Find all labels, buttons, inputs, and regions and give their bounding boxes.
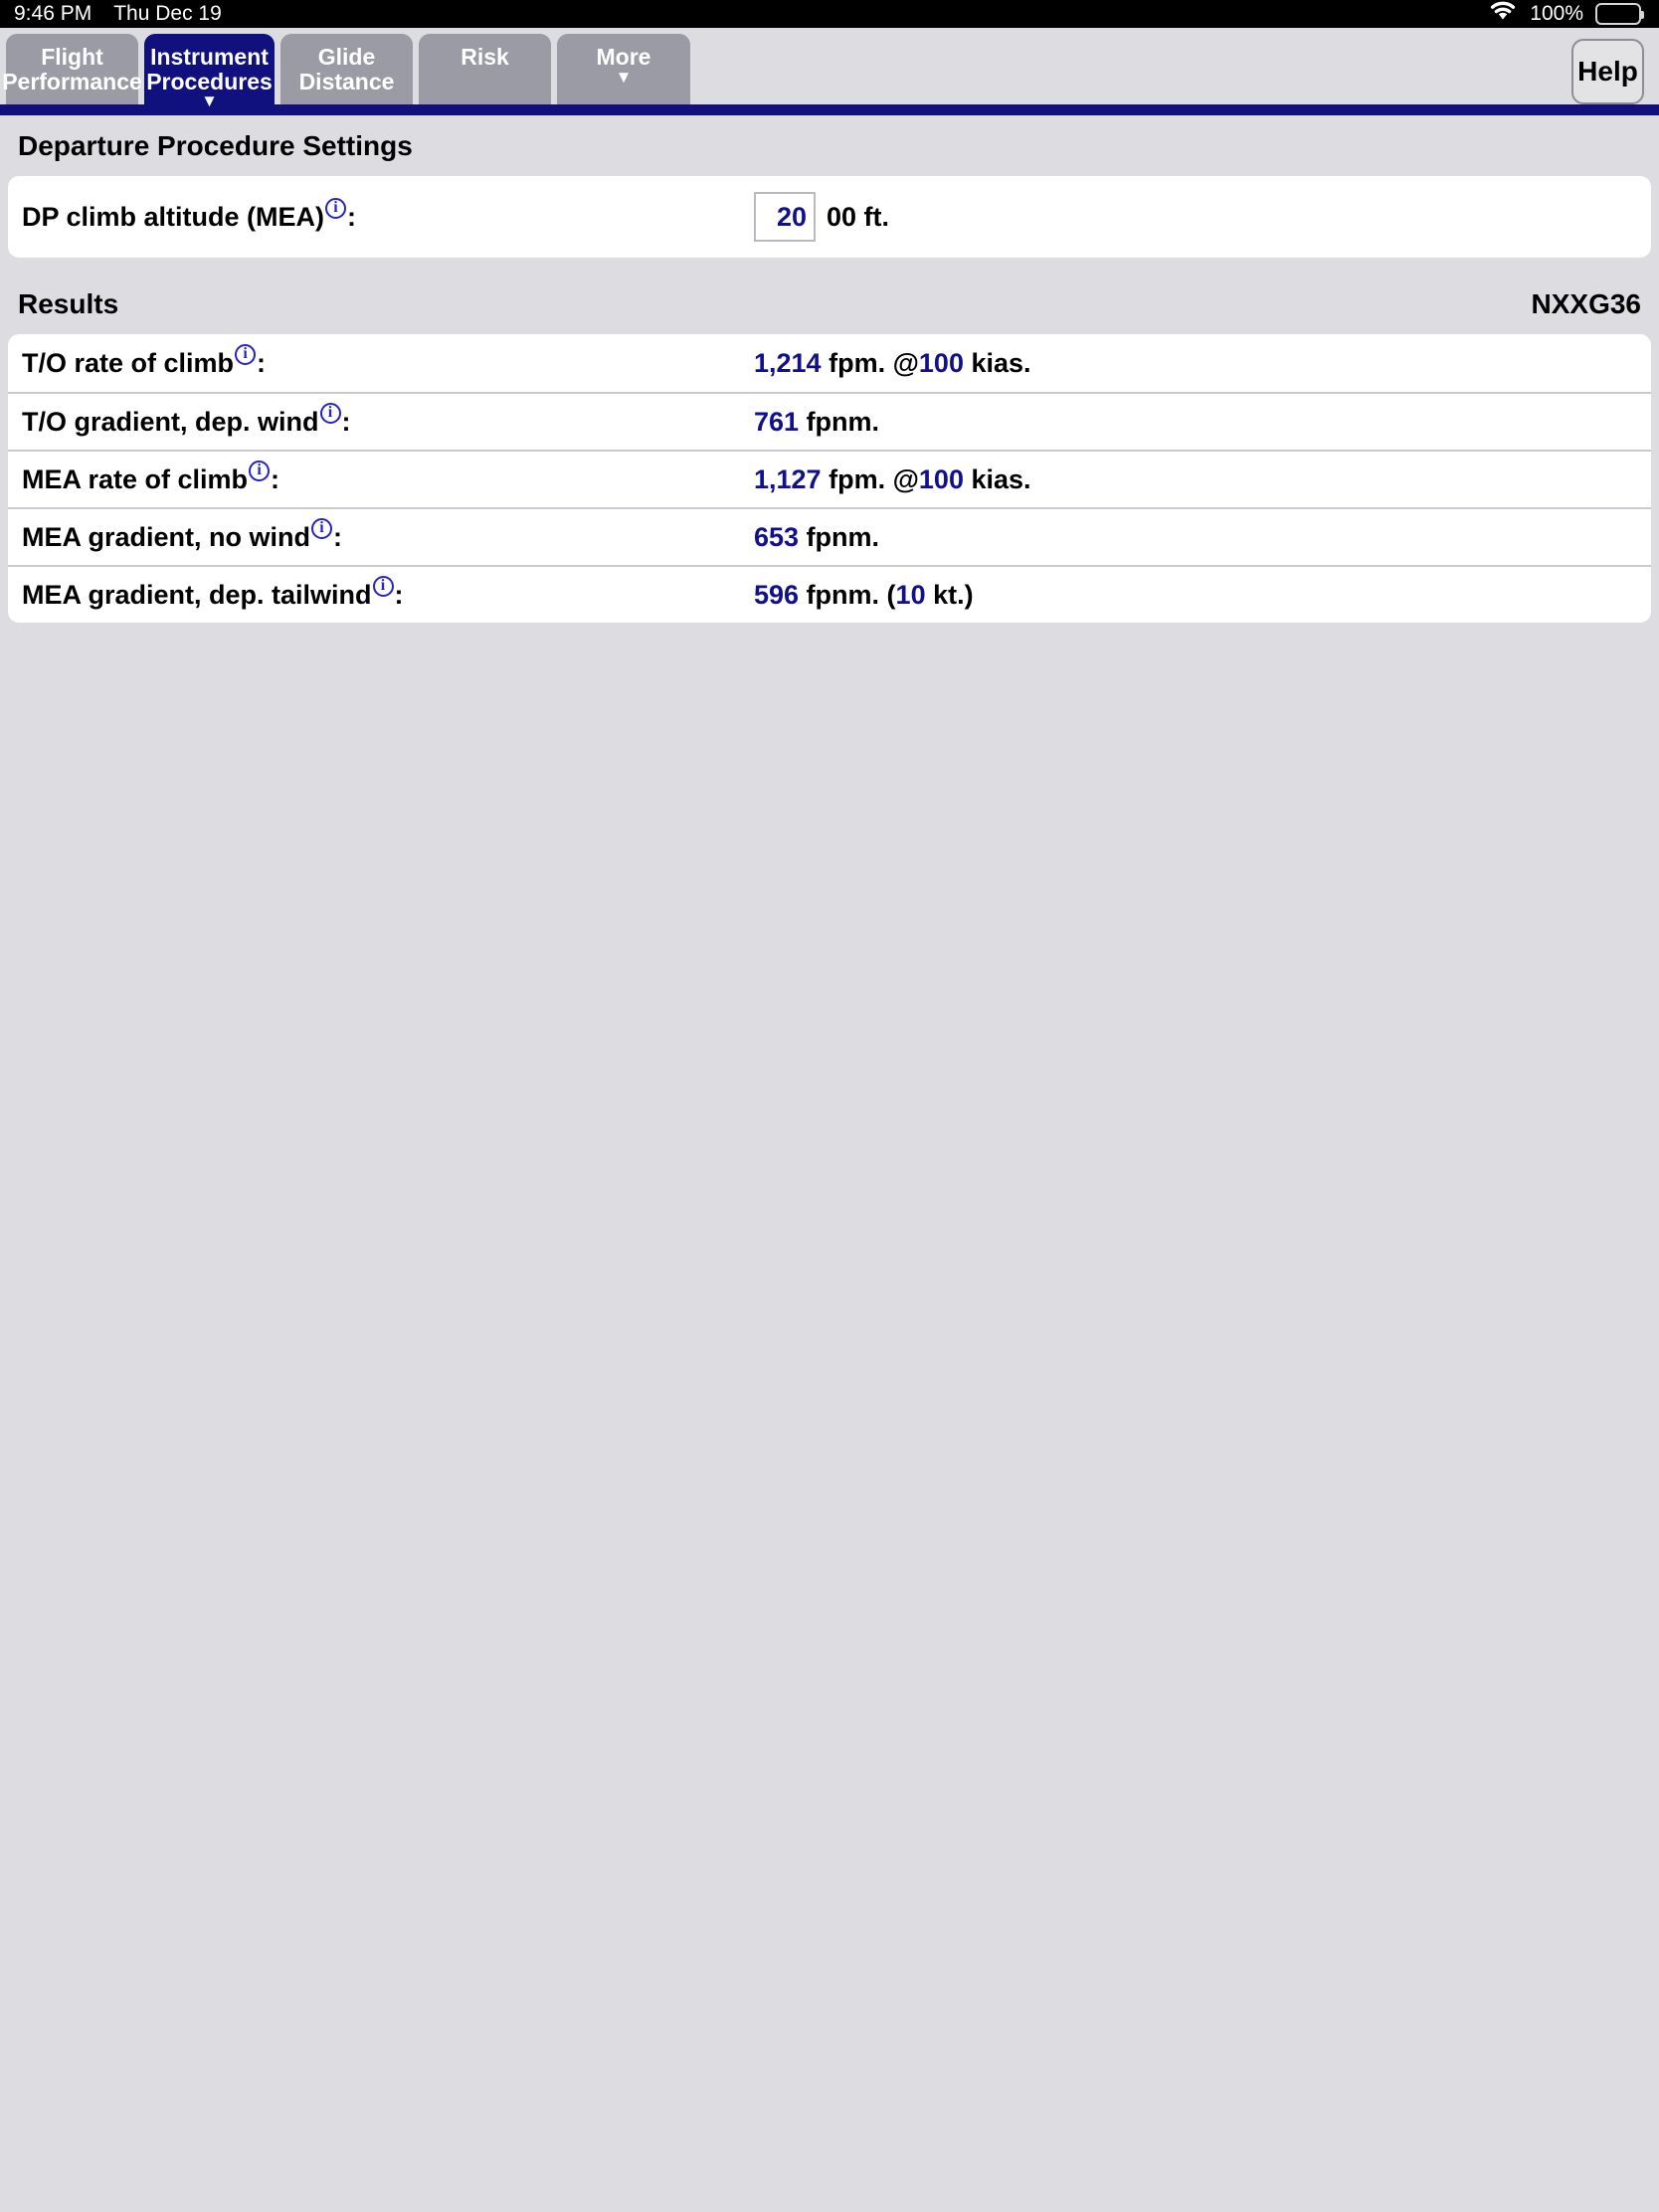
- label-text: T/O gradient, dep. wind: [22, 406, 319, 437]
- table-row: T/O rate of climb: 1,214 fpm. @100 kias.: [8, 334, 1651, 392]
- status-time: 9:46 PM: [14, 2, 92, 25]
- label-colon: :: [394, 579, 404, 610]
- departure-settings-card: DP climb altitude (MEA): 20 00 ft.: [8, 176, 1651, 258]
- tab-more[interactable]: More ▼: [557, 34, 690, 104]
- result-label: T/O rate of climb:: [22, 343, 267, 379]
- result-unit: fpnm.: [799, 521, 880, 552]
- label-text: MEA rate of climb: [22, 463, 249, 494]
- section-title: Departure Procedure Settings: [18, 129, 413, 161]
- table-row: MEA gradient, no wind: 653 fpnm.: [8, 507, 1651, 565]
- label-text: MEA gradient, dep. tailwind: [22, 579, 372, 610]
- tab-label: Instrument Procedures: [146, 44, 273, 94]
- label-colon: :: [271, 463, 280, 494]
- dp-climb-altitude-field-group: 20 00 ft.: [754, 192, 889, 242]
- wifi-icon: [1488, 0, 1518, 28]
- result-unit: fpnm.: [799, 406, 880, 437]
- help-button[interactable]: Help: [1571, 39, 1644, 104]
- chevron-down-icon: ▼: [615, 67, 633, 87]
- result-unit-secondary: kias.: [963, 463, 1031, 494]
- table-row: MEA gradient, dep. tailwind: 596 fpnm. (…: [8, 565, 1651, 623]
- info-icon[interactable]: [235, 343, 257, 365]
- tab-flight-performance[interactable]: Flight Performance: [2, 34, 142, 104]
- table-row: MEA rate of climb: 1,127 fpm. @100 kias.: [8, 450, 1651, 507]
- battery-percent: 100%: [1530, 2, 1583, 25]
- tab-label: Risk: [461, 44, 509, 70]
- label-colon: :: [347, 201, 357, 232]
- tab-instrument-procedures[interactable]: Instrument Procedures ▼: [144, 34, 275, 111]
- result-value: 761 fpnm.: [754, 407, 879, 438]
- dp-climb-altitude-label: DP climb altitude (MEA):: [22, 197, 357, 233]
- result-unit-secondary: kt.): [925, 579, 974, 610]
- section-title: Results: [18, 287, 119, 319]
- label-colon: :: [341, 406, 351, 437]
- result-value: 1,214 fpm. @100 kias.: [754, 348, 1031, 379]
- label-colon: :: [257, 347, 267, 378]
- result-number: 596: [754, 579, 800, 610]
- result-label: MEA rate of climb:: [22, 460, 280, 495]
- dp-climb-altitude-input[interactable]: 20: [754, 192, 816, 242]
- result-label: MEA gradient, dep. tailwind:: [22, 575, 404, 611]
- info-icon[interactable]: [311, 517, 332, 539]
- accent-divider: [0, 104, 1659, 115]
- tab-label: Glide Distance: [298, 44, 395, 94]
- label-text: T/O rate of climb: [22, 347, 235, 378]
- label-colon: :: [333, 521, 342, 552]
- result-number-secondary: 10: [895, 579, 926, 610]
- main-content: Departure Procedure Settings DP climb al…: [0, 115, 1659, 623]
- label-text: MEA gradient, no wind: [22, 521, 310, 552]
- info-icon[interactable]: [249, 460, 271, 481]
- result-number-secondary: 100: [918, 463, 964, 494]
- departure-settings-heading: Departure Procedure Settings: [0, 115, 1659, 176]
- result-unit-secondary: kias.: [963, 347, 1031, 378]
- info-icon[interactable]: [319, 402, 341, 424]
- result-value: 1,127 fpm. @100 kias.: [754, 464, 1031, 495]
- result-label: MEA gradient, no wind:: [22, 517, 342, 553]
- results-card: T/O rate of climb: 1,214 fpm. @100 kias.…: [8, 334, 1651, 623]
- info-icon[interactable]: [325, 197, 347, 219]
- status-bar: 9:46 PM Thu Dec 19 100%: [0, 0, 1659, 28]
- tab-glide-distance[interactable]: Glide Distance: [280, 34, 413, 104]
- result-unit: fpm. @: [821, 463, 919, 494]
- tab-label: Flight Performance: [2, 44, 142, 94]
- result-unit: fpm. @: [821, 347, 919, 378]
- result-number: 1,127: [754, 463, 822, 494]
- chevron-down-icon: ▼: [201, 92, 218, 111]
- tab-bar: Flight Performance Instrument Procedures…: [0, 28, 1659, 111]
- info-icon[interactable]: [372, 575, 394, 597]
- result-number: 761: [754, 406, 800, 437]
- tab-risk[interactable]: Risk: [419, 34, 551, 104]
- dp-climb-altitude-suffix: 00 ft.: [827, 201, 890, 232]
- table-row: T/O gradient, dep. wind: 761 fpnm.: [8, 392, 1651, 450]
- result-value: 653 fpnm.: [754, 522, 879, 553]
- result-label: T/O gradient, dep. wind:: [22, 402, 351, 438]
- result-number: 1,214: [754, 347, 822, 378]
- result-number-secondary: 100: [918, 347, 964, 378]
- result-value: 596 fpnm. (10 kt.): [754, 580, 974, 611]
- status-date: Thu Dec 19: [113, 2, 222, 25]
- tab-label: More: [596, 44, 651, 70]
- label-text: DP climb altitude (MEA): [22, 201, 325, 232]
- row-dp-climb-altitude: DP climb altitude (MEA): 20 00 ft.: [8, 176, 1651, 258]
- results-heading: Results NXXG36: [0, 274, 1659, 334]
- result-unit: fpnm. (: [799, 579, 896, 610]
- battery-full-icon: [1595, 3, 1644, 25]
- result-number: 653: [754, 521, 800, 552]
- aircraft-id: NXXG36: [1531, 287, 1642, 319]
